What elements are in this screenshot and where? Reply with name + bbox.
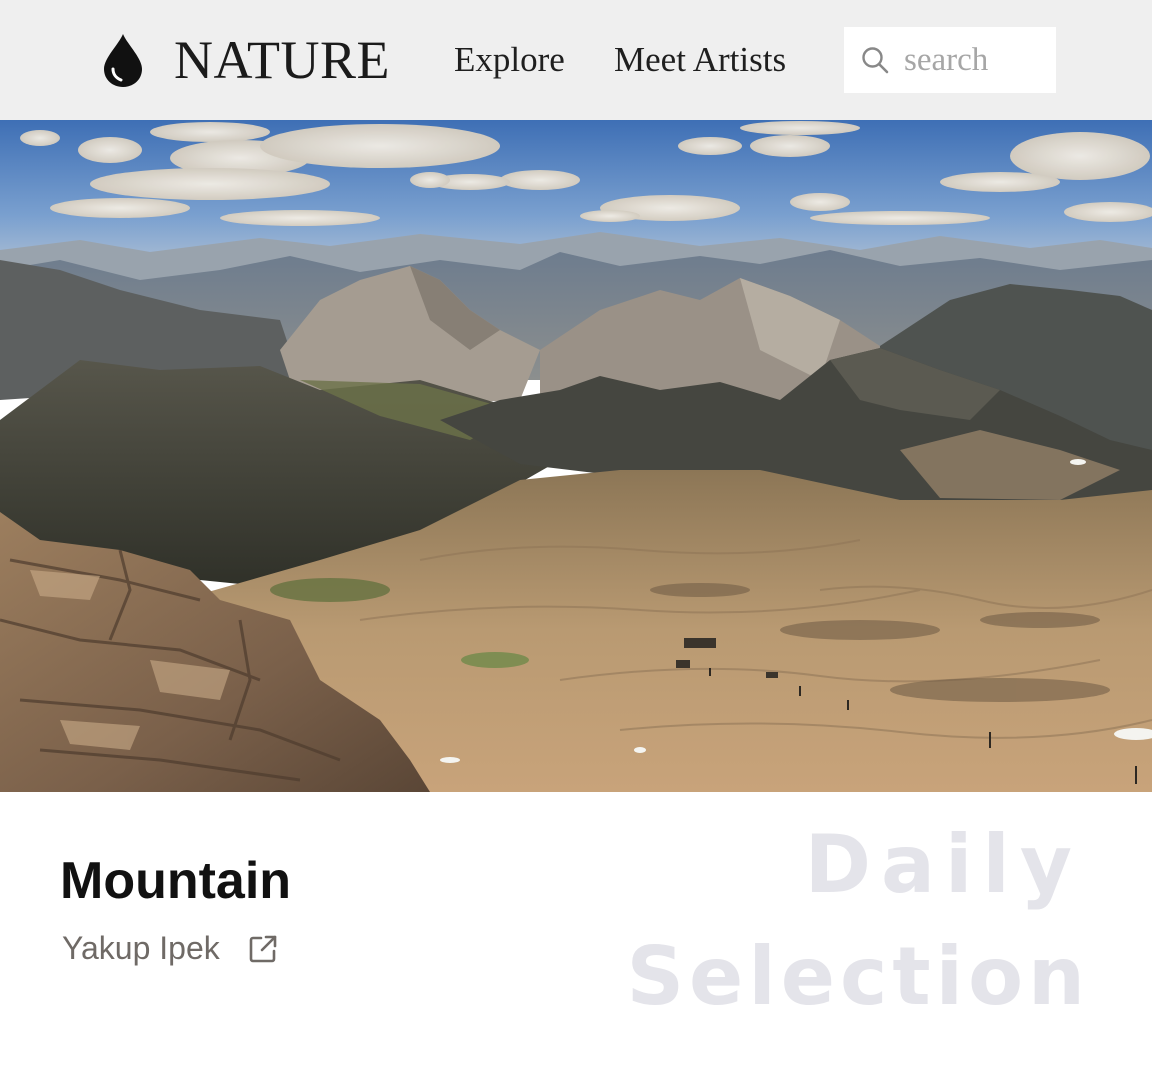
watermark-daily: Daily	[804, 818, 1082, 911]
mountain-landscape-photo	[0, 120, 1152, 792]
brand-name[interactable]: NATURE	[174, 29, 390, 91]
top-header: NATURE Explore Meet Artists	[0, 0, 1152, 120]
watermark-selection: Selection	[626, 930, 1090, 1023]
author-link[interactable]: Yakup Ipek	[62, 928, 220, 968]
nav-explore[interactable]: Explore	[454, 40, 565, 80]
nav-meet-artists[interactable]: Meet Artists	[614, 40, 786, 80]
water-drop-icon[interactable]	[100, 32, 146, 88]
photo-title: Mountain	[60, 852, 292, 910]
search-icon	[862, 47, 889, 74]
external-link-icon[interactable]	[248, 934, 278, 964]
search-input[interactable]	[904, 37, 1050, 83]
hero-image	[0, 120, 1152, 792]
search-box[interactable]	[844, 27, 1056, 93]
